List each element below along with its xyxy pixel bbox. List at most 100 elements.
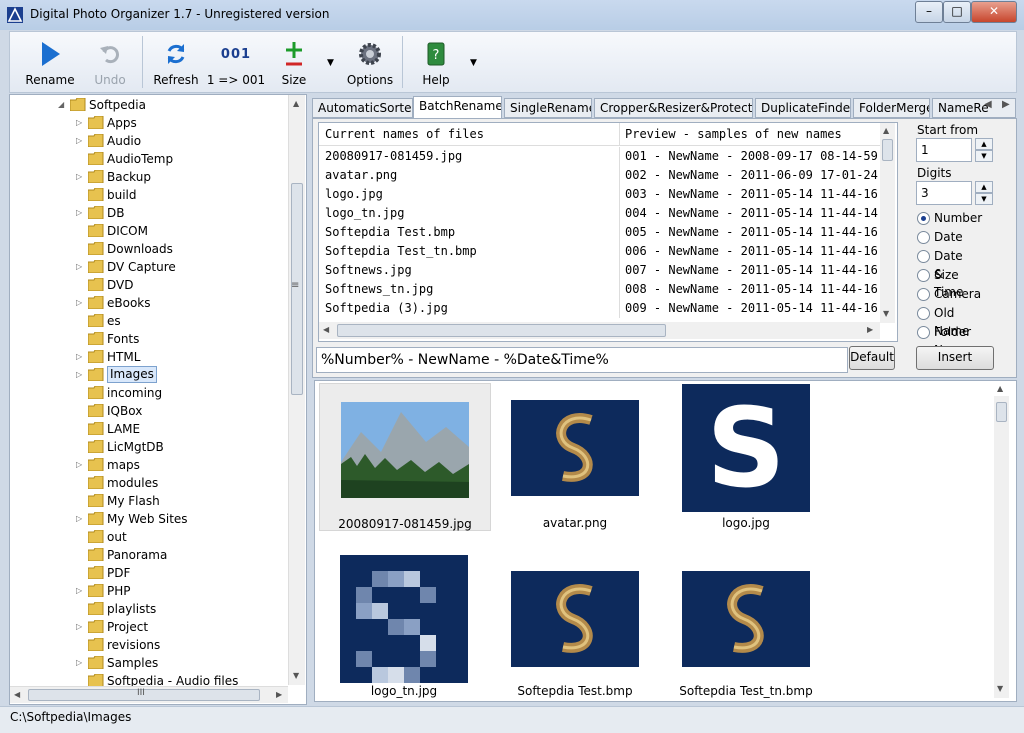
radio-indicator[interactable] — [917, 307, 930, 320]
tab-scroll-right-icon[interactable]: ▶ — [1002, 99, 1010, 110]
insert-button[interactable]: Insert — [916, 346, 994, 370]
grid-cell-preview[interactable]: 008 - NewName - 2011-05-14 11-44-16.j — [619, 280, 885, 299]
expand-icon[interactable]: ▷ — [76, 582, 86, 600]
size-dropdown-arrow[interactable]: ▼ — [327, 58, 334, 68]
default-button[interactable]: Default — [849, 346, 895, 370]
scroll-down-arrow[interactable]: ▼ — [883, 309, 889, 318]
expand-icon[interactable]: ▷ — [76, 618, 86, 636]
grid-cell-current[interactable]: 20080917-081459.jpg — [319, 147, 620, 166]
digits-input[interactable]: 3 — [916, 181, 972, 205]
thumb-scroll-thumb[interactable] — [996, 402, 1007, 422]
refresh-button[interactable]: Refresh — [148, 32, 204, 92]
thumbnail[interactable]: Slogo.jpg — [661, 383, 831, 530]
thumbnail[interactable]: logo_tn.jpg — [319, 554, 489, 700]
scroll-right-arrow[interactable]: ▶ — [867, 325, 873, 334]
grid-cell-preview[interactable]: 007 - NewName - 2011-05-14 11-44-16.j — [619, 261, 885, 280]
thumbnail-view[interactable]: 20080917-081459.jpg avatar.png Slogo.jpg lo… — [314, 380, 1017, 702]
scroll-left-arrow[interactable]: ◀ — [323, 325, 329, 334]
grid-cell-preview[interactable]: 009 - NewName - 2011-05-14 11-44-16.j — [619, 299, 885, 318]
scroll-up-arrow[interactable]: ▲ — [293, 99, 299, 108]
grid-cell-current[interactable]: Softpedia (3).jpg — [319, 299, 620, 318]
grid-cell-preview[interactable]: 006 - NewName - 2011-05-14 11-44-16 U — [619, 242, 885, 261]
start-from-up-icon[interactable]: ▲ — [975, 138, 993, 150]
size-button[interactable]: Size — [272, 32, 316, 92]
folder-tree[interactable]: ◢ Softpedia ▷ Apps ▷ Audio AudioTemp ▷ Backup b… — [9, 94, 307, 705]
scroll-right-arrow[interactable]: ▶ — [276, 690, 282, 699]
tab-scroll-left-icon[interactable]: ◀ — [984, 99, 992, 110]
grid-vertical-scrollbar[interactable]: ▲ ▼ — [880, 123, 895, 323]
start-from-input[interactable]: 1 — [916, 138, 972, 162]
help-dropdown-arrow[interactable]: ▼ — [470, 58, 477, 68]
grid-hscroll-thumb[interactable] — [337, 324, 666, 337]
tab-duplicatefinder[interactable]: DuplicateFinder — [755, 98, 851, 118]
scroll-down-arrow[interactable]: ▼ — [293, 671, 299, 680]
grid-cell-current[interactable]: Softepdia Test_tn.bmp — [319, 242, 620, 261]
expand-icon[interactable]: ▷ — [76, 168, 86, 186]
scroll-up-arrow[interactable]: ▲ — [883, 126, 889, 135]
maximize-button[interactable]: □ — [943, 1, 971, 23]
folder-icon — [88, 422, 104, 435]
scroll-up-arrow[interactable]: ▲ — [997, 384, 1003, 393]
scroll-left-arrow[interactable]: ◀ — [14, 690, 20, 699]
grid-cell-current[interactable]: Softnews.jpg — [319, 261, 620, 280]
expand-icon[interactable]: ▷ — [76, 348, 86, 366]
radio-indicator[interactable] — [917, 212, 930, 225]
thumbnail-vertical-scrollbar[interactable]: ▲ ▼ — [994, 384, 1009, 698]
expand-icon[interactable]: ▷ — [76, 654, 86, 672]
grid-cell-preview[interactable]: 005 - NewName - 2011-05-14 11-44-16.b — [619, 223, 885, 242]
grid-cell-preview[interactable]: 002 - NewName - 2011-06-09 17-01-24.p — [619, 166, 885, 185]
start-from-down-icon[interactable]: ▼ — [975, 150, 993, 162]
expand-icon[interactable]: ▷ — [76, 204, 86, 222]
help-button[interactable]: ? Help — [410, 32, 462, 92]
radio-indicator[interactable] — [917, 326, 930, 339]
radio-indicator[interactable] — [917, 269, 930, 282]
thumbnail[interactable]: Softepdia Test_tn.bmp — [661, 554, 831, 700]
rename-button[interactable]: Rename — [20, 32, 80, 92]
grid-horizontal-scrollbar[interactable]: ◀ ▶ — [319, 322, 880, 339]
undo-button[interactable]: Undo — [82, 32, 138, 92]
tree-item-label: eBooks — [107, 296, 151, 310]
digits-down-icon[interactable]: ▼ — [975, 193, 993, 205]
expand-icon[interactable]: ▷ — [76, 114, 86, 132]
grid-cell-current[interactable]: avatar.png — [319, 166, 620, 185]
grid-scroll-thumb[interactable] — [882, 139, 893, 161]
options-button[interactable]: Options — [342, 32, 398, 92]
grid-cell-current[interactable]: logo.jpg — [319, 185, 620, 204]
numbering-button[interactable]: 001 1 => 001 — [206, 32, 266, 92]
expand-icon[interactable]: ▷ — [76, 258, 86, 276]
expand-icon[interactable]: ▷ — [76, 366, 86, 384]
grid-cell-current[interactable]: Softepdia Test.bmp — [319, 223, 620, 242]
tree-vertical-scrollbar[interactable]: ▲ ≡ ▼ — [288, 95, 305, 685]
column-header-preview[interactable]: Preview - samples of new names — [619, 123, 895, 146]
tree-root-label: Softpedia — [89, 98, 146, 112]
minimize-button[interactable]: – — [915, 1, 943, 23]
radio-indicator[interactable] — [917, 288, 930, 301]
thumbnail[interactable]: avatar.png — [490, 383, 660, 530]
grid-cell-preview[interactable]: 004 - NewName - 2011-05-14 11-44-14.j — [619, 204, 885, 223]
column-header-current[interactable]: Current names of files — [319, 123, 620, 146]
collapse-icon[interactable]: ◢ — [58, 96, 68, 114]
thumbnail[interactable]: Softepdia Test.bmp — [490, 554, 660, 700]
grid-cell-preview[interactable]: 003 - NewName - 2011-05-14 11-44-16.j — [619, 185, 885, 204]
radio-indicator[interactable] — [917, 250, 930, 263]
digits-up-icon[interactable]: ▲ — [975, 181, 993, 193]
expand-icon[interactable]: ▷ — [76, 510, 86, 528]
expand-icon[interactable]: ▷ — [76, 294, 86, 312]
tab-cropper-resizer-protector[interactable]: Cropper&Resizer&Protector — [594, 98, 753, 118]
tab-singlerenamer[interactable]: SingleRenamer — [504, 98, 592, 118]
tab-automaticsorter[interactable]: AutomaticSorter — [312, 98, 413, 118]
rename-preview-grid[interactable]: Current names of files Preview - samples… — [318, 122, 898, 342]
grid-cell-preview[interactable]: 001 - NewName - 2008-09-17 08-14-59 U — [619, 147, 885, 166]
radio-indicator[interactable] — [917, 231, 930, 244]
grid-cell-current[interactable]: Softnews_tn.jpg — [319, 280, 620, 299]
tab-batchrenamer[interactable]: BatchRenamer — [413, 96, 502, 118]
rename-pattern-input[interactable]: %Number% - NewName - %Date&Time% — [316, 347, 848, 373]
close-button[interactable]: ✕ — [971, 1, 1017, 23]
grid-cell-current[interactable]: logo_tn.jpg — [319, 204, 620, 223]
scroll-down-arrow[interactable]: ▼ — [997, 684, 1003, 693]
expand-icon[interactable]: ▷ — [76, 456, 86, 474]
expand-icon[interactable]: ▷ — [76, 132, 86, 150]
tab-foldermerger[interactable]: FolderMerger — [853, 98, 930, 118]
thumbnail[interactable]: 20080917-081459.jpg — [319, 383, 491, 531]
tree-horizontal-scrollbar[interactable]: ◀ III ▶ — [10, 686, 288, 703]
